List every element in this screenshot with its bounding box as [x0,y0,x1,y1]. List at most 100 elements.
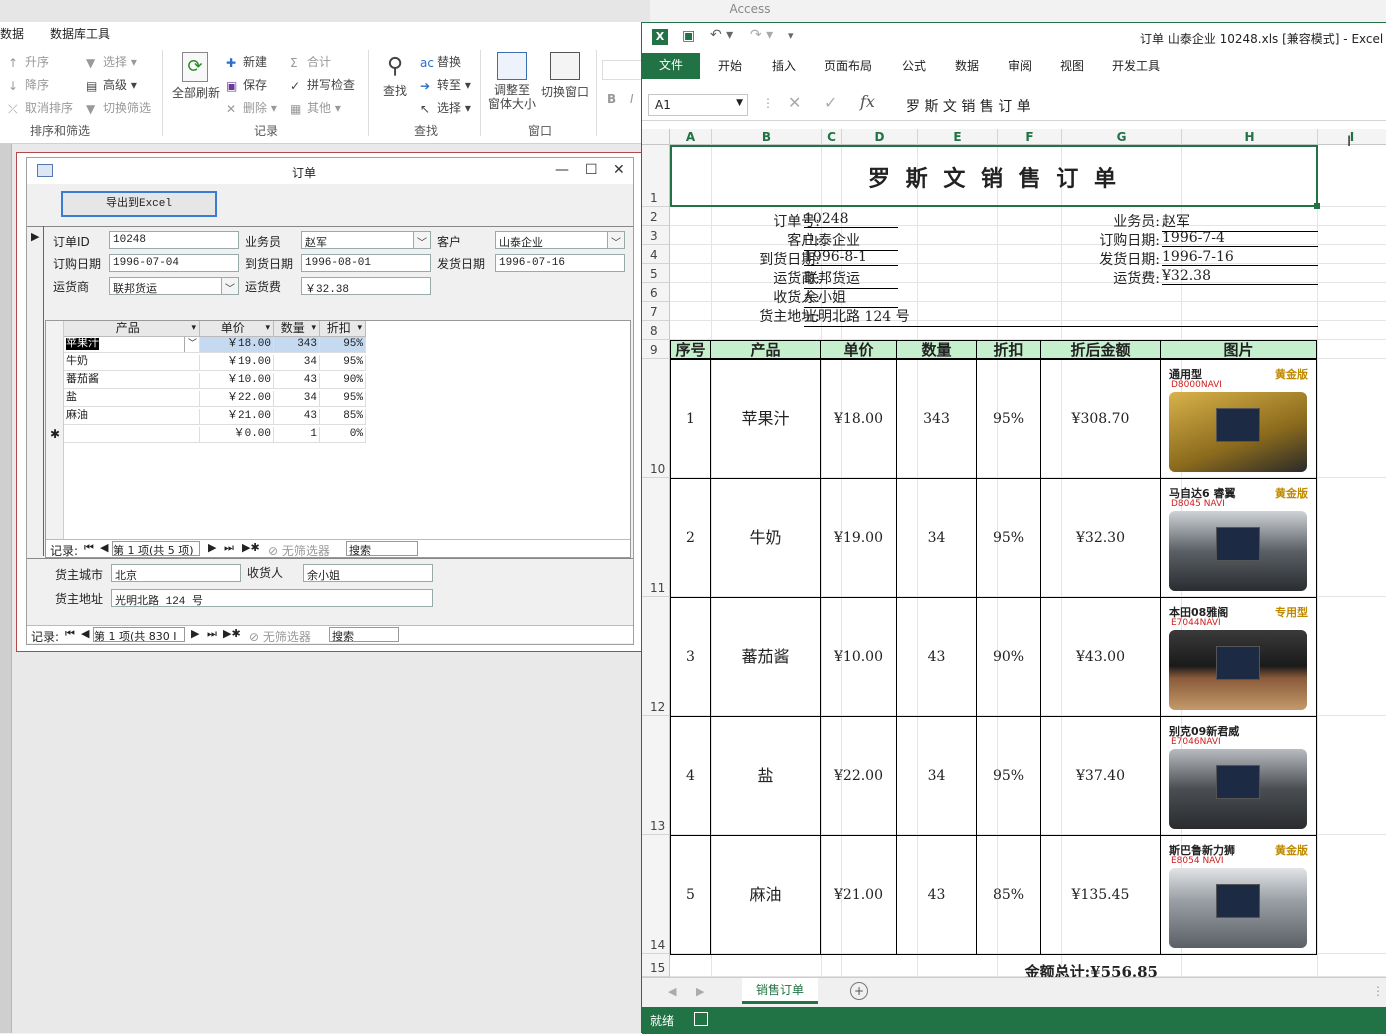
next-record-icon[interactable]: ▶ [208,541,216,554]
item-amount[interactable]: ¥37.40 [1040,716,1161,836]
city-field[interactable]: 北京 [111,564,241,582]
row-header[interactable]: 14 [642,835,670,954]
formula-input[interactable]: 罗 斯 文 销 售 订 单 [894,94,1384,116]
subform-cell-price[interactable]: ￥19.00 [200,355,274,371]
row-header[interactable]: 3 [642,226,670,245]
new-row-qty[interactable]: 1 [274,427,320,443]
freight-field[interactable]: ￥32.38 [301,277,431,295]
item-no[interactable]: 4 [670,716,711,836]
form-titlebar[interactable]: 订单 — ☐ ✕ [27,158,633,184]
item-picture-cell[interactable]: 本田08雅阁 专用型 E7044NAVI [1160,597,1317,717]
fill-handle[interactable] [1314,203,1320,209]
size-to-fit-button[interactable]: 调整至 窗体大小 [488,52,536,111]
subform-cell-product[interactable]: 麻油 [64,409,200,425]
shipper-combo[interactable]: 联邦货运 ﹀ [109,277,239,295]
chevron-down-icon[interactable]: ﹀ [225,280,235,294]
subform-cell-price[interactable]: ￥21.00 [200,409,274,425]
order-date-field[interactable]: 1996-07-04 [109,254,239,272]
column-header[interactable]: G [1062,129,1182,145]
subform-cell-discount[interactable]: 85% [320,409,366,425]
tab-database-tools[interactable]: 数据库工具 [50,25,110,42]
tab-view[interactable]: 视图 [1060,57,1084,74]
column-header[interactable]: F [998,129,1062,145]
subform-search-box[interactable]: 搜索 [346,541,418,557]
last-record-icon[interactable]: ⏭ [224,541,234,555]
new-record-icon[interactable]: ▶✱ [242,541,260,554]
prev-record-icon[interactable]: ◀ [100,541,108,554]
scroll-left-icon[interactable]: ◀ [668,985,676,998]
item-product[interactable]: 苹果汁 [710,359,821,479]
item-no[interactable]: 3 [670,597,711,717]
item-price[interactable]: ¥21.00 [820,835,897,955]
item-product[interactable]: 麻油 [710,835,821,955]
tab-review[interactable]: 审阅 [1008,57,1032,74]
no-filter-button[interactable]: ⊘ 无筛选器 [268,542,330,559]
form-search-box[interactable]: 搜索 [329,627,399,643]
italic-button[interactable]: I [630,92,634,106]
row-header[interactable]: 13 [642,716,670,835]
col-header-qty[interactable]: 数量 ▾ [274,321,320,337]
select-button[interactable]: ↖ 选择 ▾ [420,99,471,116]
chevron-down-icon[interactable]: ▼ [736,98,743,108]
required-date-field[interactable]: 1996-08-01 [301,254,431,272]
bold-button[interactable]: B [607,92,616,106]
shipped-date-field[interactable]: 1996-07-16 [495,254,625,272]
column-header[interactable]: A [670,129,712,145]
customize-toolbar-icon[interactable]: ▾ [788,29,794,42]
subform-cell-discount[interactable]: 95% [320,391,366,407]
row-header[interactable]: 7 [642,302,670,321]
item-discount[interactable]: 90% [976,597,1041,717]
name-box[interactable]: A1 ▼ [648,94,748,116]
save-record-button[interactable]: ▣ 保存 [226,76,267,93]
new-record-icon[interactable]: ▶✱ [223,627,241,640]
subform-cell-discount[interactable]: 90% [320,373,366,389]
item-discount[interactable]: 85% [976,835,1041,955]
more-button[interactable]: ▦ 其他 ▾ [290,99,341,116]
employee-combo[interactable]: 赵军 ﹀ [301,231,431,249]
item-amount[interactable]: ¥43.00 [1040,597,1161,717]
new-row-discount[interactable]: 0% [320,427,366,443]
refresh-all-button[interactable]: ⟳ 全部刷新 [172,52,220,101]
subform-cell-qty[interactable]: 43 [274,373,320,389]
item-discount[interactable]: 95% [976,359,1041,479]
item-product[interactable]: 蕃茄酱 [710,597,821,717]
filter-dropdown-icon[interactable]: ▾ [191,321,199,336]
save-icon[interactable]: ▣ [682,28,695,44]
chevron-down-icon[interactable]: ﹀ [417,234,427,248]
new-row-product[interactable] [64,427,200,443]
subform-cell-qty[interactable]: 34 [274,391,320,407]
first-record-icon[interactable]: ⏮ [65,627,75,641]
item-amount[interactable]: ¥135.45 [1040,835,1161,955]
subform-cell-discount[interactable]: 95% [320,337,366,353]
item-discount[interactable]: 95% [976,716,1041,836]
cancel-icon[interactable]: ✕ [788,93,801,112]
chevron-down-icon[interactable]: ﹀ [183,337,197,352]
address-field[interactable]: 光明北路 124 号 [111,589,433,607]
totals-button[interactable]: Σ 合计 [290,53,331,70]
column-header[interactable]: I [1318,129,1386,145]
recipient-field[interactable]: 余小姐 [303,564,433,582]
first-record-icon[interactable]: ⏮ [84,541,94,555]
tab-home[interactable]: 开始 [718,57,742,74]
new-row-price[interactable]: ￥0.00 [200,427,274,443]
chevron-down-icon[interactable]: ﹀ [611,234,621,248]
navigation-pane-collapsed[interactable] [0,144,12,1033]
item-product[interactable]: 盐 [710,716,821,836]
record-position[interactable]: 第 1 项(共 5 项) [112,541,200,556]
row-header[interactable]: 9 [642,340,670,359]
sort-desc-button[interactable]: ↓ 降序 [8,76,49,93]
minimize-button[interactable]: — [555,162,569,178]
subform-cell-product[interactable]: 盐 [64,391,200,407]
tab-insert[interactable]: 插入 [772,57,796,74]
subform-cell-product[interactable]: 牛奶 [64,355,200,371]
item-no[interactable]: 5 [670,835,711,955]
item-qty[interactable]: 34 [896,478,977,598]
font-name-box[interactable] [602,60,642,80]
filter-dropdown-icon[interactable]: ▾ [357,321,365,336]
item-product[interactable]: 牛奶 [710,478,821,598]
item-picture-cell[interactable]: 斯巴鲁新力狮 黄金版 E8054 NAVI [1160,835,1317,955]
column-header[interactable]: D [842,129,918,145]
record-selector-icon[interactable]: ▶ [31,230,39,243]
row-header[interactable]: 6 [642,283,670,302]
tab-data[interactable]: 数据 [955,57,979,74]
